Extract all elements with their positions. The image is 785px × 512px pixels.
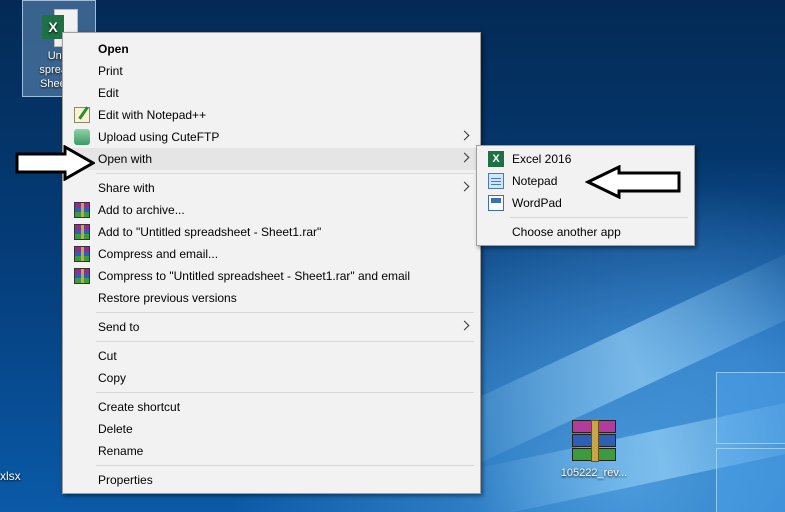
- winrar-icon: [74, 202, 90, 218]
- notepadpp-icon: [74, 107, 90, 123]
- chevron-right-icon: [459, 320, 470, 331]
- annotation-arrow-right-icon: [15, 145, 95, 181]
- cuteftp-icon: [74, 129, 90, 145]
- menu-separator: [96, 465, 474, 466]
- menu-separator: [510, 217, 688, 218]
- menu-item-properties[interactable]: Properties: [65, 469, 478, 491]
- chevron-right-icon: [459, 152, 470, 163]
- wordpad-icon: [488, 195, 504, 211]
- notepad-icon: [488, 173, 504, 189]
- context-menu: Open Print Edit Edit with Notepad++ Uplo…: [62, 32, 481, 494]
- menu-separator: [96, 341, 474, 342]
- menu-item-compress-to-rar-and-email[interactable]: Compress to "Untitled spreadsheet - Shee…: [65, 265, 478, 287]
- desktop-icon-label-partial[interactable]: xlsx: [0, 469, 22, 483]
- winrar-icon: [74, 246, 90, 262]
- winrar-icon: [74, 268, 90, 284]
- menu-separator: [96, 392, 474, 393]
- wallpaper-window-pane: [716, 448, 785, 512]
- chevron-right-icon: [459, 181, 470, 192]
- menu-item-cut[interactable]: Cut: [65, 345, 478, 367]
- menu-item-edit[interactable]: Edit: [65, 82, 478, 104]
- winrar-icon: [74, 224, 90, 240]
- menu-item-delete[interactable]: Delete: [65, 418, 478, 440]
- desktop-icon-rar-archive[interactable]: 105222_rev...: [556, 420, 632, 480]
- menu-item-add-to-rar[interactable]: Add to "Untitled spreadsheet - Sheet1.ra…: [65, 221, 478, 243]
- menu-item-share-with[interactable]: Share with: [65, 177, 478, 199]
- menu-item-send-to[interactable]: Send to: [65, 316, 478, 338]
- menu-item-open[interactable]: Open: [65, 38, 478, 60]
- menu-item-create-shortcut[interactable]: Create shortcut: [65, 396, 478, 418]
- menu-item-compress-and-email[interactable]: Compress and email...: [65, 243, 478, 265]
- submenu-item-choose-another-app[interactable]: Choose another app: [479, 221, 692, 243]
- excel-logo: X: [42, 15, 64, 39]
- wallpaper-window-pane: [716, 372, 785, 444]
- desktop-icon-label: 105222_rev...: [560, 467, 628, 479]
- winrar-archive-icon: [572, 420, 616, 462]
- menu-item-copy[interactable]: Copy: [65, 367, 478, 389]
- menu-item-restore-previous-versions[interactable]: Restore previous versions: [65, 287, 478, 309]
- menu-item-upload-cuteftp[interactable]: Upload using CuteFTP: [65, 126, 478, 148]
- menu-item-edit-with-notepadpp[interactable]: Edit with Notepad++: [65, 104, 478, 126]
- menu-item-rename[interactable]: Rename: [65, 440, 478, 462]
- menu-item-add-to-archive[interactable]: Add to archive...: [65, 199, 478, 221]
- chevron-right-icon: [459, 130, 470, 141]
- menu-item-print[interactable]: Print: [65, 60, 478, 82]
- excel-icon: X: [488, 151, 504, 167]
- desktop[interactable]: X Untit spreads Sheet 1 xlsx 105222_rev.…: [0, 0, 785, 512]
- menu-separator: [96, 173, 474, 174]
- menu-separator: [96, 312, 474, 313]
- annotation-arrow-left-icon: [585, 165, 681, 199]
- menu-item-open-with[interactable]: Open with: [65, 148, 478, 170]
